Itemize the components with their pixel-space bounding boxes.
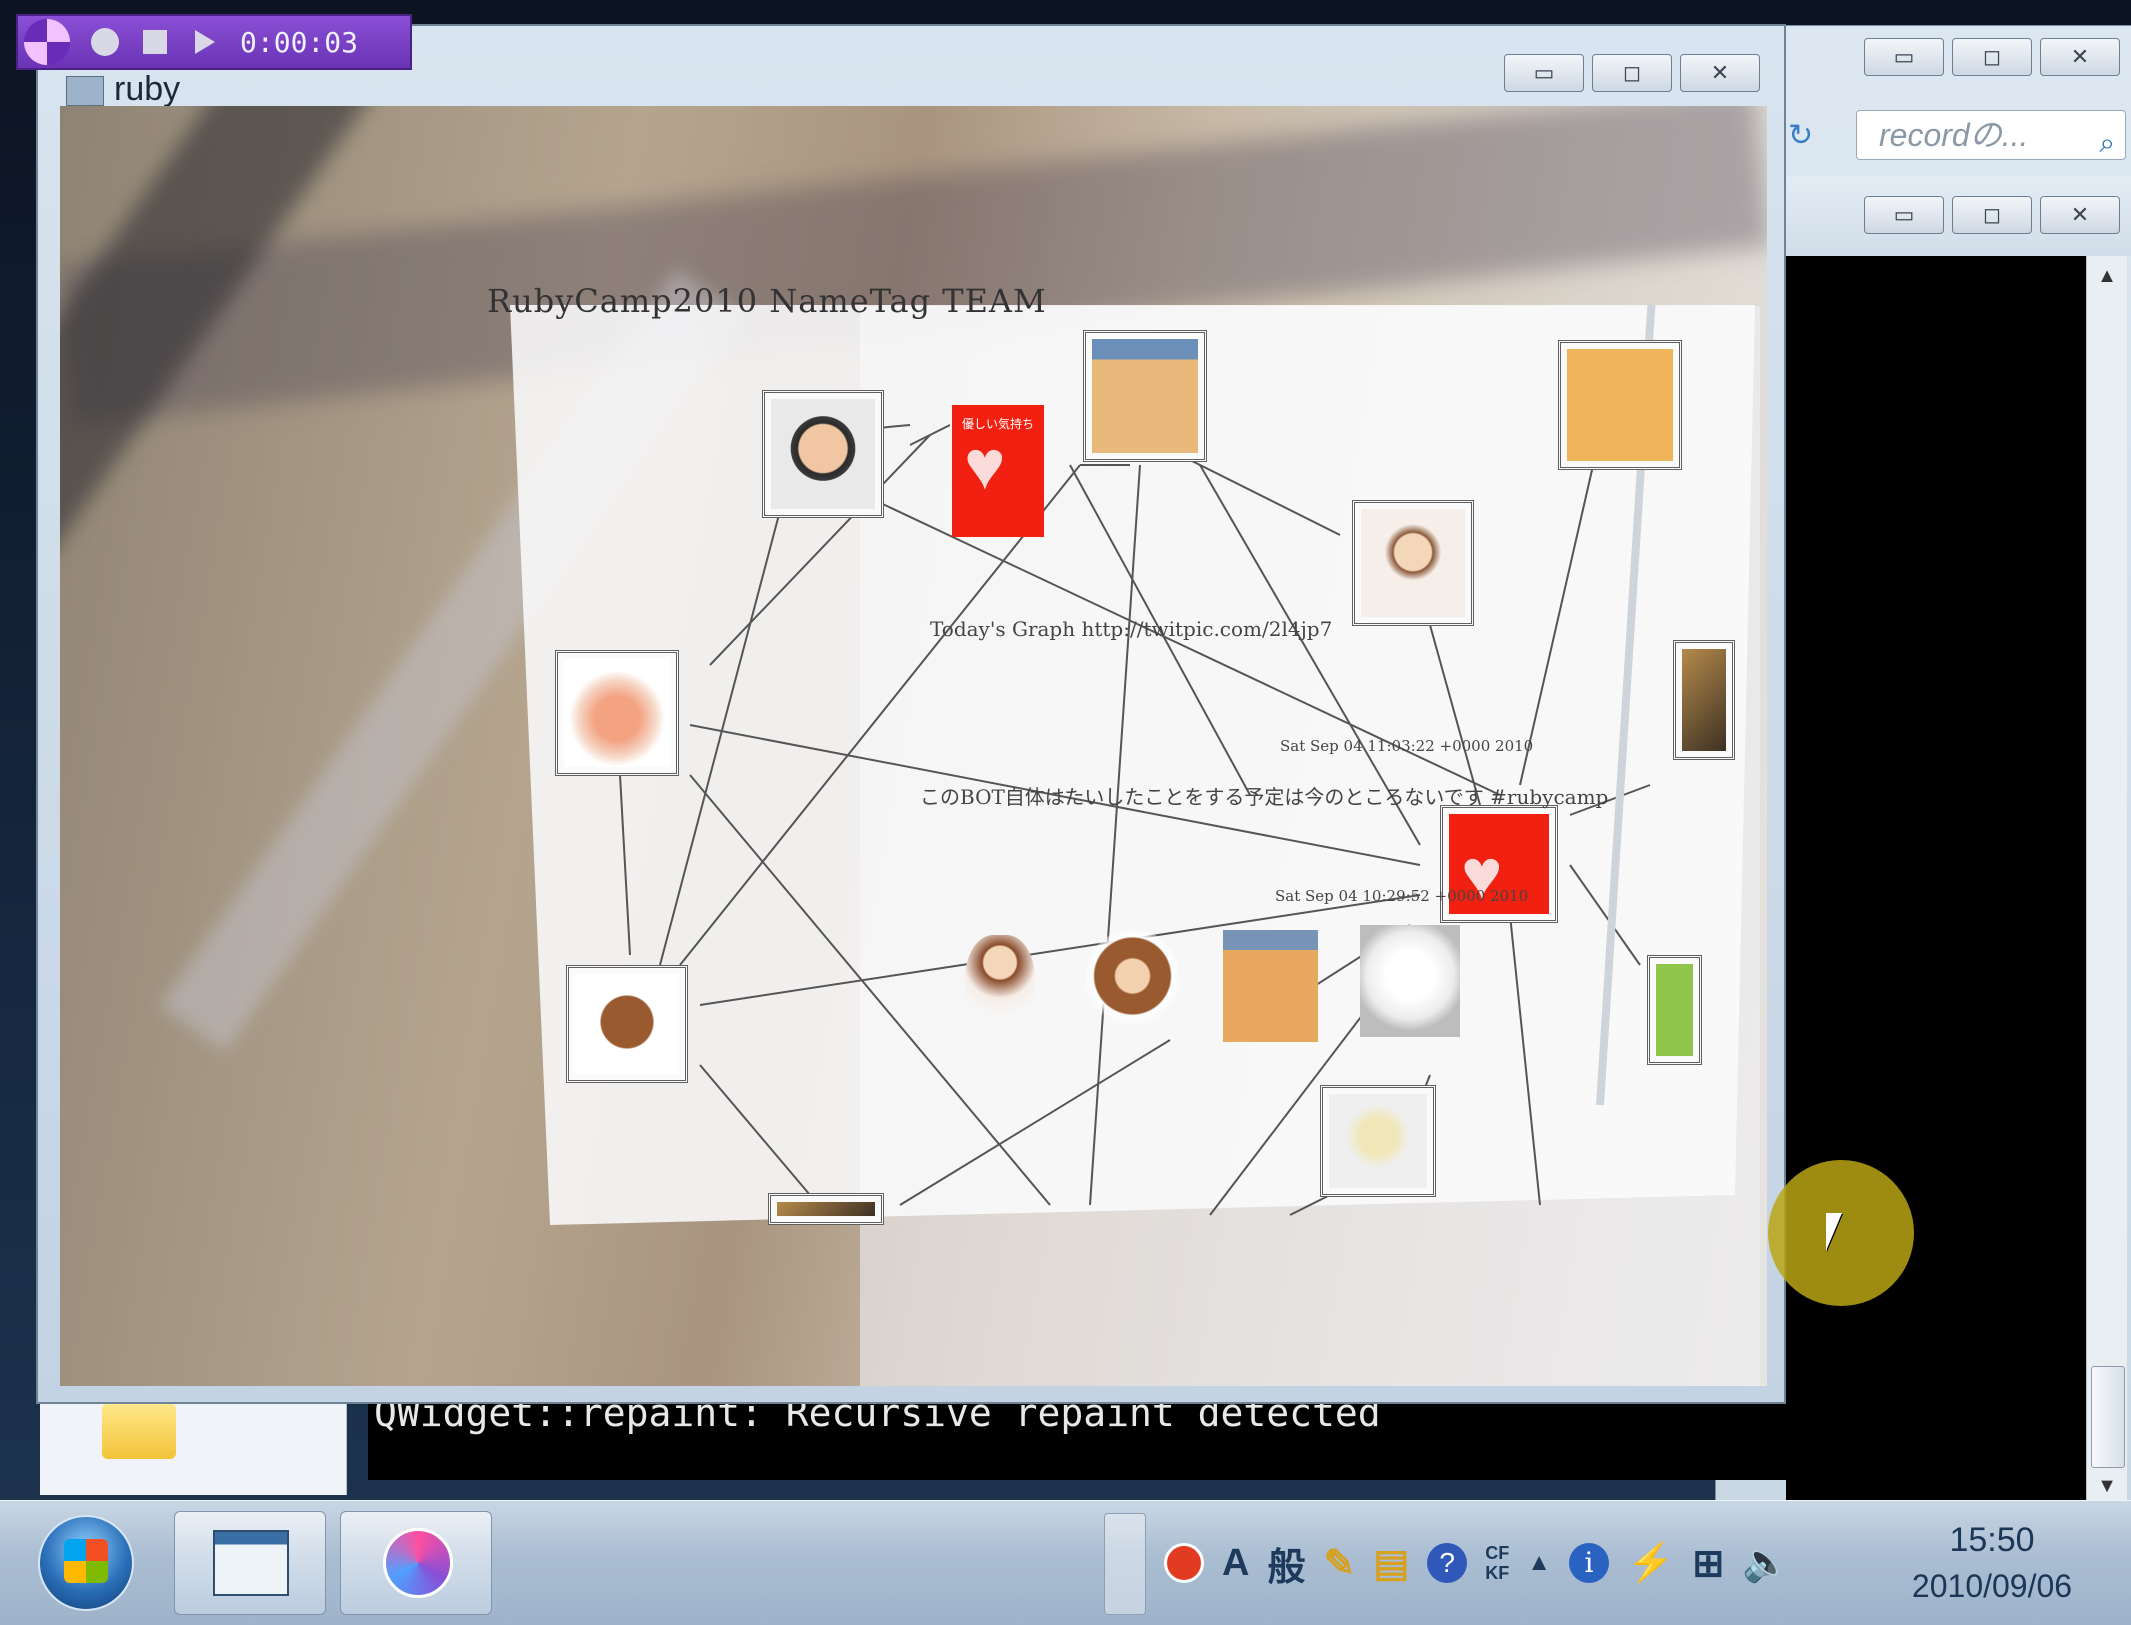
- recorder-gauge-icon: [383, 1528, 453, 1598]
- stop-button[interactable]: [140, 27, 170, 57]
- vertical-scrollbar[interactable]: ▲ ▼: [2086, 256, 2127, 1506]
- ime-dictionary-icon[interactable]: ▤: [1373, 1541, 1409, 1586]
- ruby-window-caption: ▭ ◻ ✕: [1504, 54, 1760, 92]
- cf-kf-indicator: CF KF: [1485, 1543, 1510, 1583]
- tweet-text: このBOT自体はたいしたことをする予定は今のところないです #rubycamp: [920, 785, 1609, 809]
- node-photo-edge[interactable]: [1673, 640, 1735, 760]
- maximize-button[interactable]: ◻: [1592, 54, 1672, 92]
- windows-logo-icon: [64, 1539, 108, 1583]
- timestamp-2: Sat Sep 04 10:29:52 +0000 2010: [1275, 887, 1529, 905]
- inner-close-button[interactable]: ✕: [2040, 196, 2120, 234]
- record-icon: [91, 28, 119, 56]
- window-icon: [66, 76, 104, 106]
- power-icon[interactable]: ⚡: [1627, 1541, 1674, 1585]
- clock-date: 2010/09/06: [1911, 1568, 2073, 1604]
- cursor-icon: [1826, 1213, 1842, 1251]
- search-input[interactable]: recordの... ⌕: [1856, 110, 2126, 160]
- minimize-button[interactable]: ▭: [1504, 54, 1584, 92]
- clock[interactable]: 15:50 2010/09/06: [1882, 1517, 2102, 1609]
- node-doll[interactable]: [1320, 1085, 1436, 1197]
- clock-time: 15:50: [1949, 1521, 2035, 1559]
- info-icon[interactable]: i: [1568, 1543, 1609, 1583]
- help-icon[interactable]: ?: [1427, 1543, 1468, 1583]
- heart-caption: 優しい気持ち: [962, 417, 1035, 431]
- close-button[interactable]: ✕: [2040, 38, 2120, 76]
- system-tray: A 般 ✎ ▤ ? CF KF ▲ i ⚡ ⊞ 🔈: [1164, 1501, 1789, 1625]
- record-button[interactable]: [90, 27, 120, 57]
- console-panel: [1786, 256, 2086, 1506]
- node-fire[interactable]: [555, 650, 679, 776]
- ime-tools-icon[interactable]: ✎: [1323, 1541, 1355, 1586]
- play-button[interactable]: [190, 27, 220, 57]
- folder-icon[interactable]: [102, 1403, 176, 1459]
- graph-title: RubyCamp2010 NameTag TEAM: [487, 282, 1047, 320]
- window-title: ruby: [114, 70, 181, 108]
- search-placeholder: recordの...: [1879, 117, 2029, 153]
- play-icon: [195, 30, 215, 54]
- search-icon[interactable]: ⌕: [2099, 119, 2115, 167]
- scroll-thumb[interactable]: [2091, 1366, 2125, 1468]
- taskbar-recorder-button[interactable]: [340, 1511, 492, 1615]
- stop-icon: [143, 30, 167, 54]
- screen-recorder-bar: 0:00:03: [16, 14, 412, 70]
- node-magazine[interactable]: [1083, 330, 1207, 462]
- background-window-caption: ▭ ◻ ✕: [1864, 38, 2120, 76]
- close-button[interactable]: ✕: [1680, 54, 1760, 92]
- ime-mode[interactable]: A: [1222, 1542, 1249, 1585]
- timestamp-1: Sat Sep 04 11:03:22 +0000 2010: [1280, 737, 1534, 755]
- taskbar: A 般 ✎ ▤ ? CF KF ▲ i ⚡ ⊞ 🔈 15:50 2010/09/…: [0, 1500, 2131, 1625]
- taskbar-explorer-button[interactable]: [174, 1511, 326, 1615]
- sprite-magazine[interactable]: [1223, 930, 1318, 1042]
- explorer-window-icon: [213, 1530, 289, 1596]
- start-button[interactable]: [38, 1515, 134, 1611]
- refresh-icon[interactable]: ↻: [1788, 118, 1813, 153]
- inner-minimize-button[interactable]: ▭: [1864, 196, 1944, 234]
- tray-scroll[interactable]: [1104, 1513, 1146, 1615]
- minimize-button[interactable]: ▭: [1864, 38, 1944, 76]
- graph-link-text[interactable]: Today's Graph http://twitpic.com/2l4jp7: [930, 617, 1332, 641]
- node-heart-small[interactable]: [1440, 805, 1558, 923]
- recorder-logo-icon: [24, 19, 70, 65]
- red-app-icon[interactable]: [1164, 1543, 1204, 1583]
- ime-kanji[interactable]: 般: [1267, 1536, 1305, 1591]
- inner-maximize-button[interactable]: ◻: [1952, 196, 2032, 234]
- volume-icon[interactable]: 🔈: [1742, 1541, 1789, 1585]
- scroll-up-icon[interactable]: ▲: [2087, 256, 2127, 296]
- network-icon[interactable]: ⊞: [1692, 1541, 1724, 1586]
- node-green[interactable]: [1647, 955, 1702, 1065]
- node-bear[interactable]: [566, 965, 688, 1083]
- node-photo-person[interactable]: [762, 390, 884, 518]
- maximize-button[interactable]: ◻: [1952, 38, 2032, 76]
- node-girl[interactable]: [1352, 500, 1474, 626]
- recorder-timer: 0:00:03: [240, 25, 359, 59]
- sprite-dog[interactable]: [1360, 925, 1460, 1037]
- node-bottom[interactable]: [768, 1193, 884, 1225]
- sprite-bear[interactable]: [1085, 930, 1180, 1045]
- sprite-girl[interactable]: [965, 935, 1035, 1045]
- ar-graph-panel: Today's Graph http://twitpic.com/2l4jp7 …: [510, 305, 1755, 1225]
- node-bird[interactable]: [1558, 340, 1682, 470]
- show-hidden-icons-icon[interactable]: ▲: [1527, 1549, 1551, 1577]
